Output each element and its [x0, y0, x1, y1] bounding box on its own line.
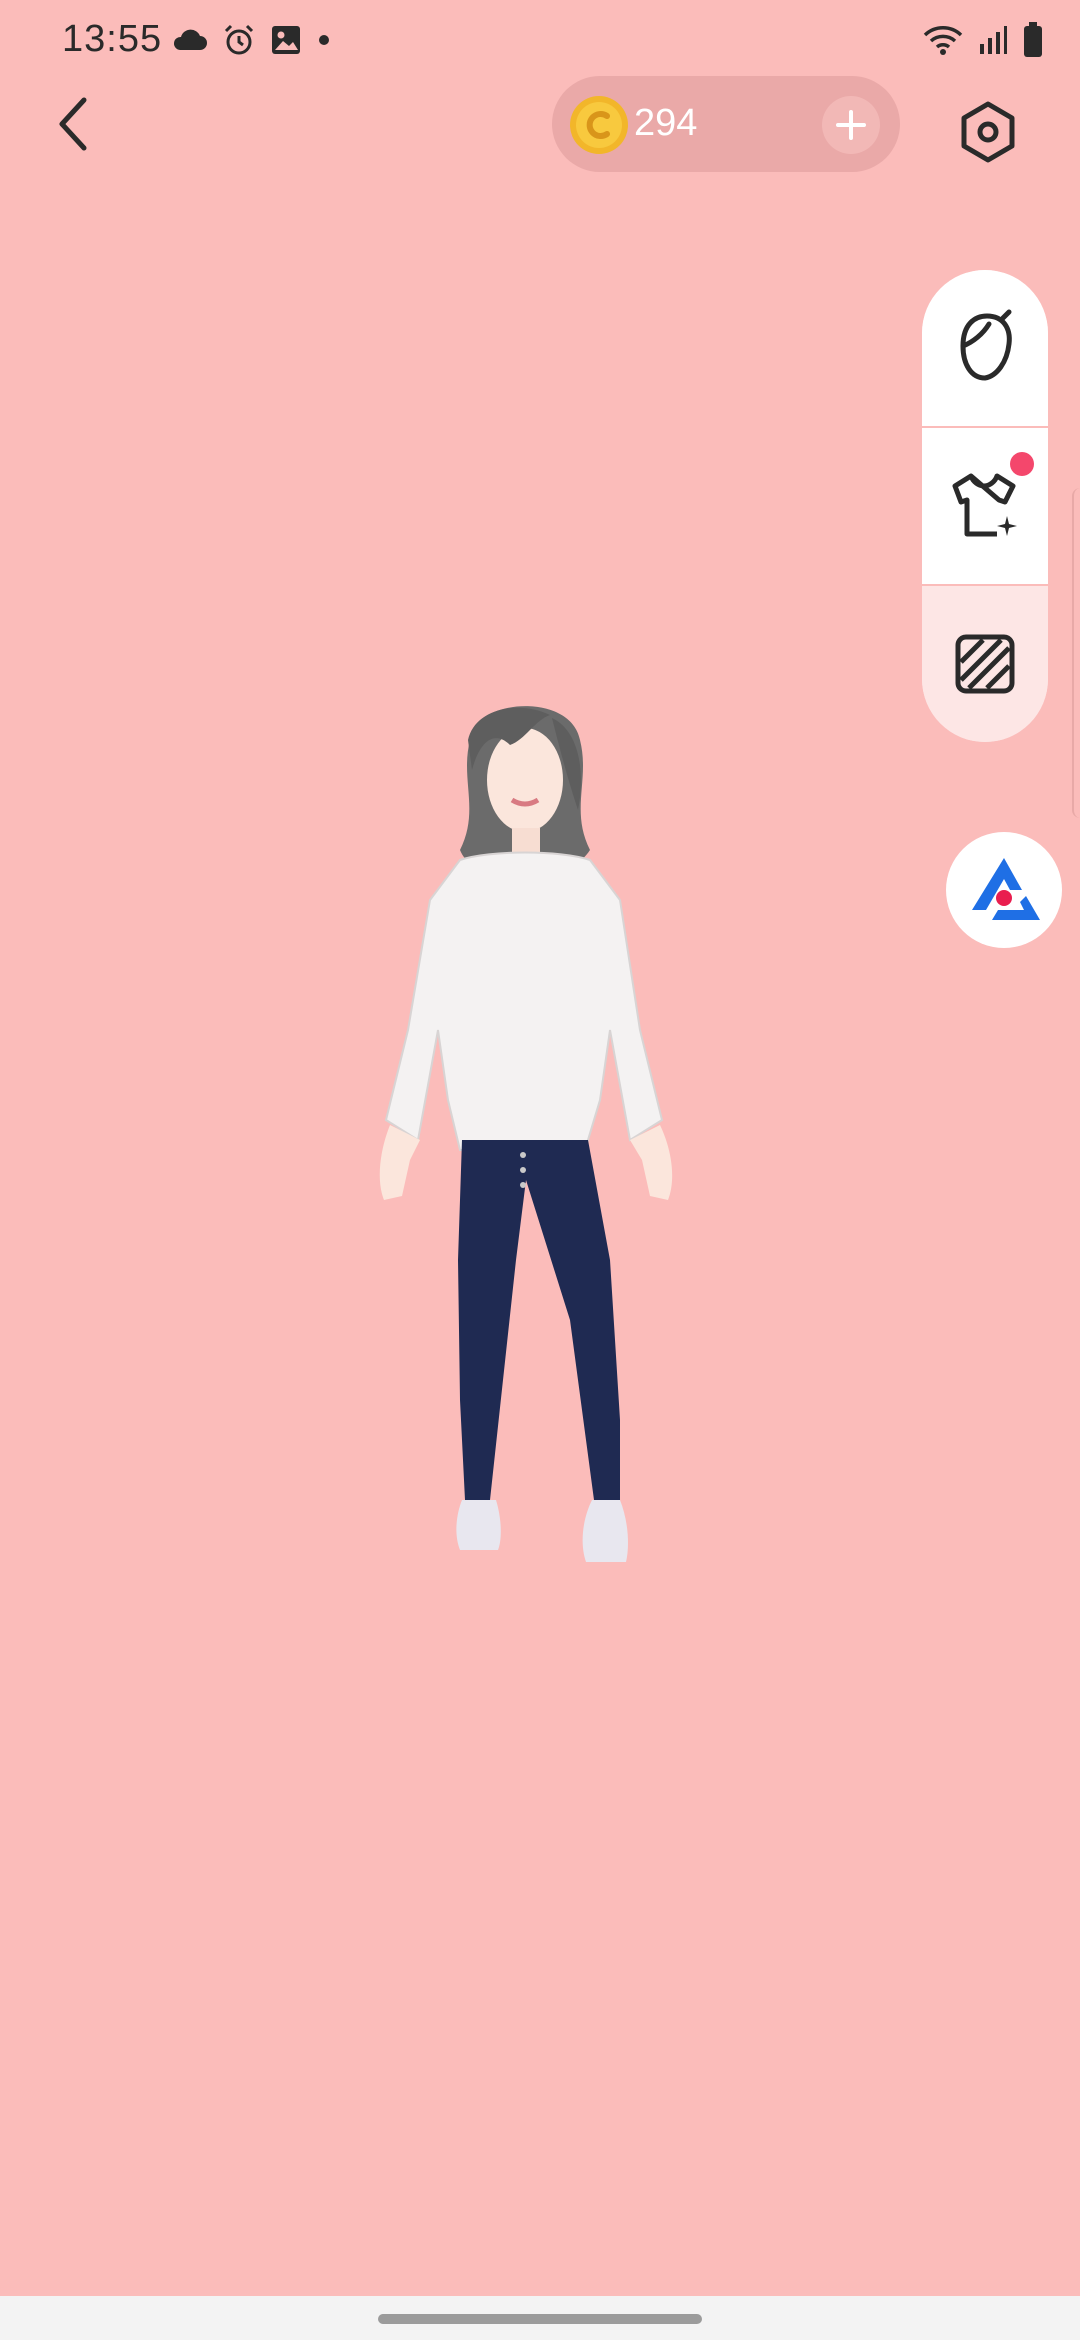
- side-toolbar: [922, 270, 1048, 742]
- coin-icon: [568, 94, 630, 156]
- coin-amount: 294: [634, 102, 698, 144]
- hexagon-settings-icon: [961, 101, 1015, 163]
- add-coins-button[interactable]: [822, 96, 880, 154]
- face-icon: [960, 309, 1012, 381]
- status-bar: 13:55: [0, 0, 1080, 80]
- image-icon: [270, 24, 302, 61]
- wifi-icon: [922, 23, 964, 62]
- striped-square-icon: [955, 634, 1015, 694]
- background-button[interactable]: [922, 586, 1048, 742]
- outfit-notification-dot: [1010, 452, 1034, 476]
- plus-icon: [836, 110, 866, 140]
- status-left-icons: [172, 22, 332, 62]
- outfit-button[interactable]: [922, 428, 1048, 584]
- face-button[interactable]: [922, 270, 1048, 426]
- cloud-icon: [172, 28, 208, 57]
- avatar-figure: [379, 706, 673, 1562]
- ar-camera-logo-icon: [972, 858, 1040, 920]
- alarm-icon: [222, 23, 256, 62]
- status-time: 13:55: [62, 18, 163, 60]
- dot-icon: [316, 32, 332, 53]
- settings-button[interactable]: [952, 96, 1024, 168]
- chevron-left-icon: [59, 97, 87, 151]
- tshirt-sparkle-icon: [952, 473, 1017, 537]
- battery-icon: [1022, 21, 1044, 64]
- ar-button[interactable]: [946, 832, 1062, 948]
- edge-panel-handle[interactable]: [1072, 488, 1080, 818]
- back-button[interactable]: [42, 86, 106, 162]
- coin-balance[interactable]: 294: [552, 76, 900, 172]
- status-right-icons: [922, 20, 1044, 64]
- home-indicator[interactable]: [378, 2314, 702, 2324]
- signal-icon: [978, 24, 1008, 61]
